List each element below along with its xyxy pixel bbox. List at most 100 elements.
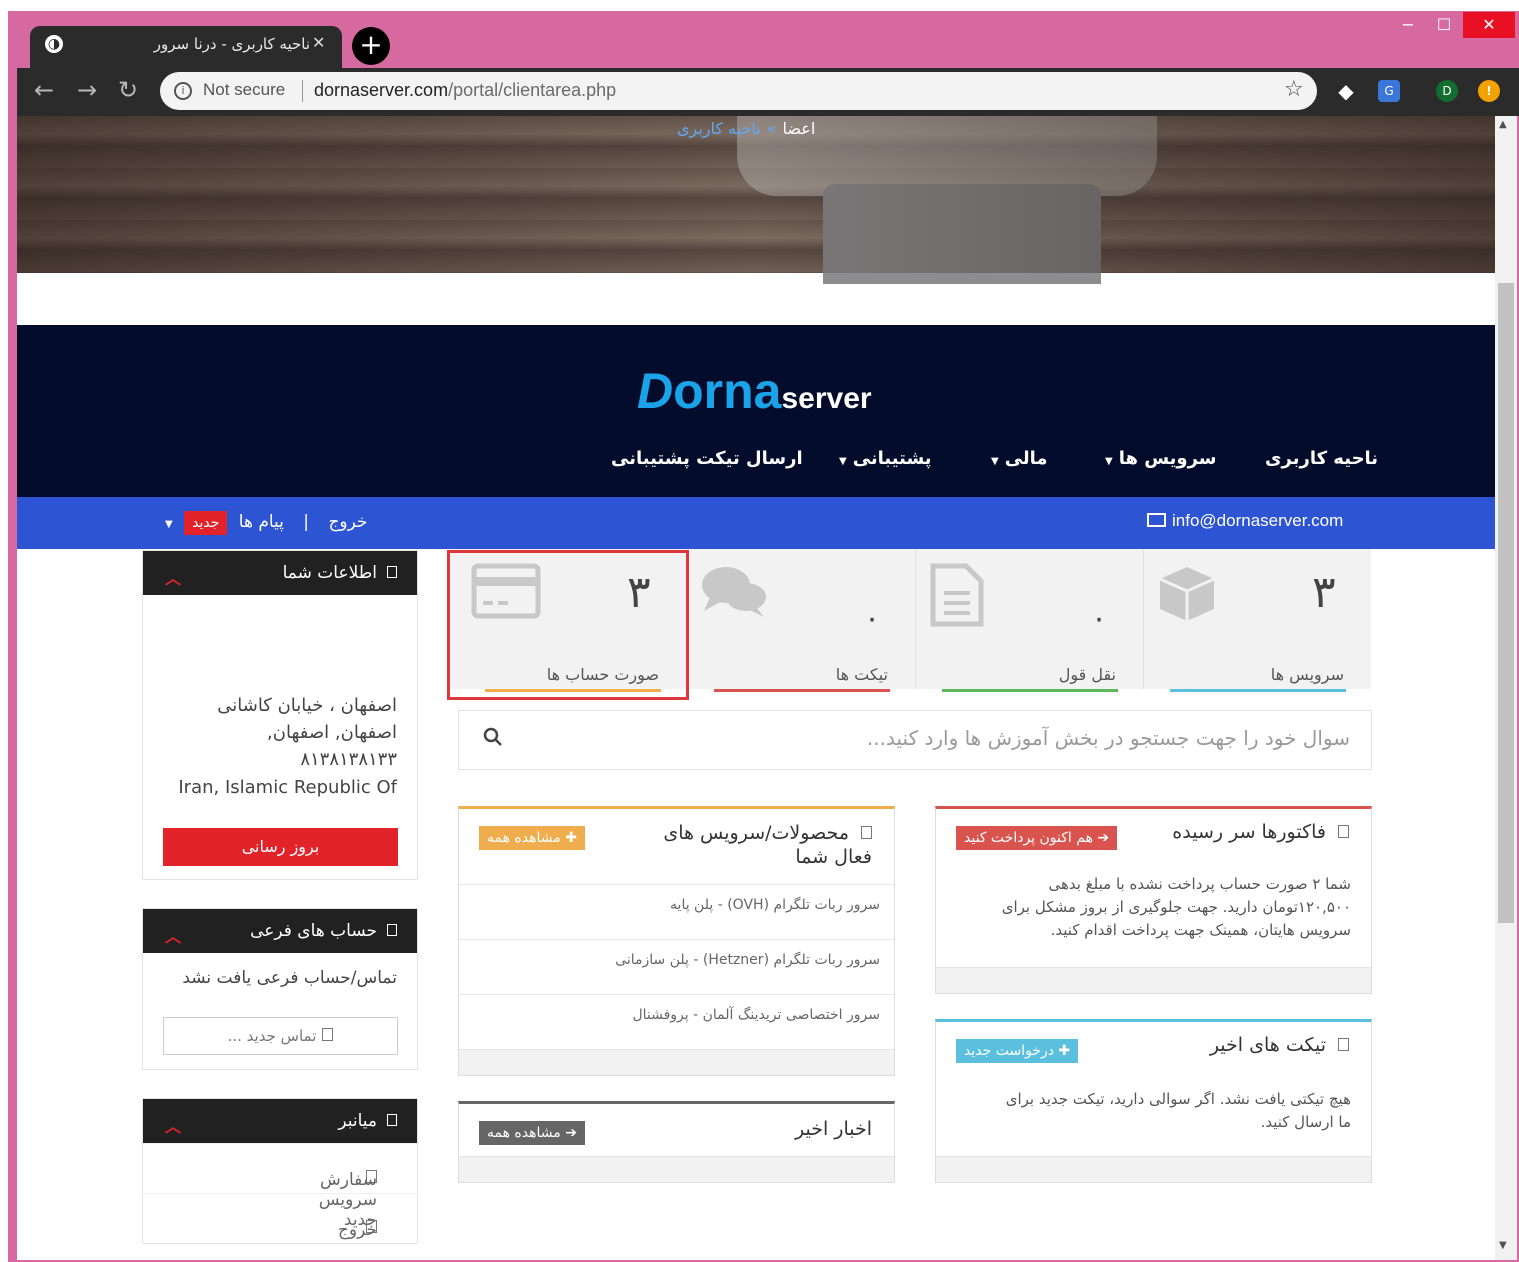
service-row-label: سرور ربات تلگرام (OVH) - پلن پایه [670,897,880,913]
knowledgebase-search[interactable]: سوال خود را جهت جستجو در بخش آموزش ها وا… [458,710,1372,770]
search-input[interactable]: سوال خود را جهت جستجو در بخش آموزش ها وا… [867,726,1350,750]
minimize-button[interactable]: − [1396,12,1420,38]
nav-support[interactable]: پشتیبانی ▼ [839,448,932,469]
update-button[interactable]: بروز رسانی [163,828,398,866]
service-row[interactable]: سرور ربات تلگرام (Hetzner) - پلن سازمانی [459,939,894,994]
caret-down-icon: ▼ [839,456,847,467]
close-window-button[interactable]: ✕ [1463,12,1515,38]
recent-news-panel: اخبار اخیر ➔ مشاهده همه [458,1101,895,1183]
translate-extension-icon[interactable]: G [1378,80,1400,102]
new-ticket-label: درخواست جدید [964,1043,1054,1059]
subaccounts-title-text: حساب های فرعی [250,921,377,941]
hero-overlay [17,116,1495,273]
url-text[interactable]: dornaserver.com/portal/clientarea.php [314,80,616,101]
collapse-chevron-icon[interactable]: ︿ [165,565,181,589]
dornaserver-logo[interactable]: Dornaserver [637,362,872,420]
alert-extension-icon[interactable]: ! [1478,80,1500,102]
new-ticket-button[interactable]: ✚ درخواست جدید [956,1039,1079,1063]
tile-tickets-label: تیکت ها [835,665,888,684]
info-icon[interactable]: i [174,82,192,100]
panel-footer [459,1156,894,1182]
security-label[interactable]: Not secure [203,80,285,100]
contact-email[interactable]: info@dornaserver.com [1147,511,1343,531]
arrow-right-icon: ➔ [560,1125,577,1141]
messages-link[interactable]: پیام ها [239,512,284,532]
search-icon[interactable] [483,727,503,747]
nav-billing[interactable]: مالی ▼ [991,448,1048,469]
maximize-button[interactable]: ☐ [1432,12,1456,38]
nav-clientarea[interactable]: ناحیه کاربری [1265,448,1378,469]
scrollbar-thumb[interactable] [1498,283,1514,923]
extension-shield-icon[interactable]: ◆ [1335,80,1357,102]
service-row[interactable]: سرور اختصاصی تریدینگ آلمان - پروفشنال [459,994,894,1049]
recent-news-title: اخبار اخیر [794,1118,872,1140]
document-icon [930,563,984,627]
tab-close-icon[interactable]: ✕ [312,33,325,52]
pay-now-button[interactable]: ➔ هم اکنون پرداخت کنید [956,826,1118,850]
view-all-services-button[interactable]: ✚ مشاهده همه [479,826,585,850]
your-info-title-text: اطلاعات شما [282,563,377,583]
tab-title[interactable]: ناحیه کاربری - درنا سرور [150,35,310,53]
logo-server: server [781,382,872,415]
square-icon [387,924,397,936]
overdue-invoices-panel: فاکتورها سر رسیده ➔ هم اکنون پرداخت کنید… [935,806,1372,994]
subaccounts-header[interactable]: حساب های فرعی ︿ [143,909,417,953]
view-all-news-label: مشاهده همه [487,1125,561,1141]
view-all-news-button[interactable]: ➔ مشاهده همه [479,1121,585,1145]
caret-down-icon[interactable]: ▼ [165,519,173,530]
overdue-invoices-body: شما ۲ صورت حساب پرداخت نشده با مبلغ بدهی… [1002,873,1351,942]
new-contact-button[interactable]: تماس جدید ... [163,1017,398,1055]
new-tab-button[interactable]: + [352,27,390,65]
profile-avatar[interactable]: D [1436,80,1458,102]
overdue-invoices-title-text: فاکتورها سر رسیده [1172,821,1326,843]
user-links: خروج | پیام ها جدید ▼ [165,511,368,535]
square-icon [861,826,872,839]
square-icon [322,1028,334,1041]
your-info-header[interactable]: اطلاعات شما ︿ [143,551,417,595]
collapse-chevron-icon[interactable]: ︿ [165,1113,181,1137]
shortcut-order-service[interactable]: سفارش سرویس جدید [143,1143,417,1230]
breadcrumb: اعضا » ناحیه کاربری [677,119,815,138]
forward-icon[interactable]: → [77,76,97,104]
plus-icon: ✚ [560,830,577,846]
view-all-label: مشاهده همه [487,830,561,846]
tickets-line-1: هیچ تیکتی یافت نشد. اگر سوالی دارید، تیک… [1005,1090,1351,1108]
shortcut-logout[interactable]: خروج [143,1193,417,1243]
arrow-right-icon: ➔ [1092,830,1110,846]
breadcrumb-clientarea[interactable]: ناحیه کاربری [677,119,761,138]
square-icon [387,566,397,578]
logo-letter-d: D [637,363,674,419]
tile-tickets[interactable]: ۰ تیکت ها [687,549,915,692]
nav-services-label: سرویس ها [1118,448,1217,469]
bookmark-star-icon[interactable]: ☆ [1284,77,1304,102]
invoices-highlight-box [447,550,689,700]
service-row[interactable]: سرور ربات تلگرام (OVH) - پلن پایه [459,884,894,939]
subaccounts-title: حساب های فرعی [250,921,397,941]
scroll-down-icon[interactable]: ▼ [1499,1240,1507,1251]
chat-icon [702,567,766,617]
subaccounts-panel: حساب های فرعی ︿ تماس/حساب فرعی یافت نشد … [142,908,418,1070]
logout-link[interactable]: خروج [328,512,367,532]
nav-services[interactable]: سرویس ها ▼ [1105,448,1217,469]
square-icon [1338,825,1349,838]
nav-open-ticket[interactable]: ارسال تیکت پشتیبانی [611,448,803,469]
shortcuts-header[interactable]: میانبر ︿ [143,1099,417,1143]
recent-tickets-panel: تیکت های اخیر ✚ درخواست جدید هیچ تیکتی ی… [935,1019,1372,1183]
panel-footer [936,1156,1371,1182]
nav-billing-label: مالی [1004,448,1048,469]
overdue-invoices-title: فاکتورها سر رسیده [1172,821,1349,843]
back-icon[interactable]: ← [34,76,54,104]
breadcrumb-members[interactable]: اعضا [783,119,816,138]
tile-services[interactable]: ۳ سرویس ها [1143,549,1371,692]
collapse-chevron-icon[interactable]: ︿ [165,923,181,947]
breadcrumb-separator: » [766,119,777,138]
new-badge[interactable]: جدید [184,511,228,535]
tile-quotes-underline [942,689,1118,692]
shortcuts-title-text: میانبر [338,1111,377,1131]
tile-tickets-count: ۰ [864,601,881,636]
caret-down-icon: ▼ [1105,456,1113,467]
scroll-up-icon[interactable]: ▲ [1499,119,1507,130]
reload-icon[interactable]: ↻ [118,76,138,104]
tile-quotes[interactable]: ۰ نقل قول [915,549,1143,692]
overdue-line-1: شما ۲ صورت حساب پرداخت نشده با مبلغ بدهی [1048,875,1351,893]
